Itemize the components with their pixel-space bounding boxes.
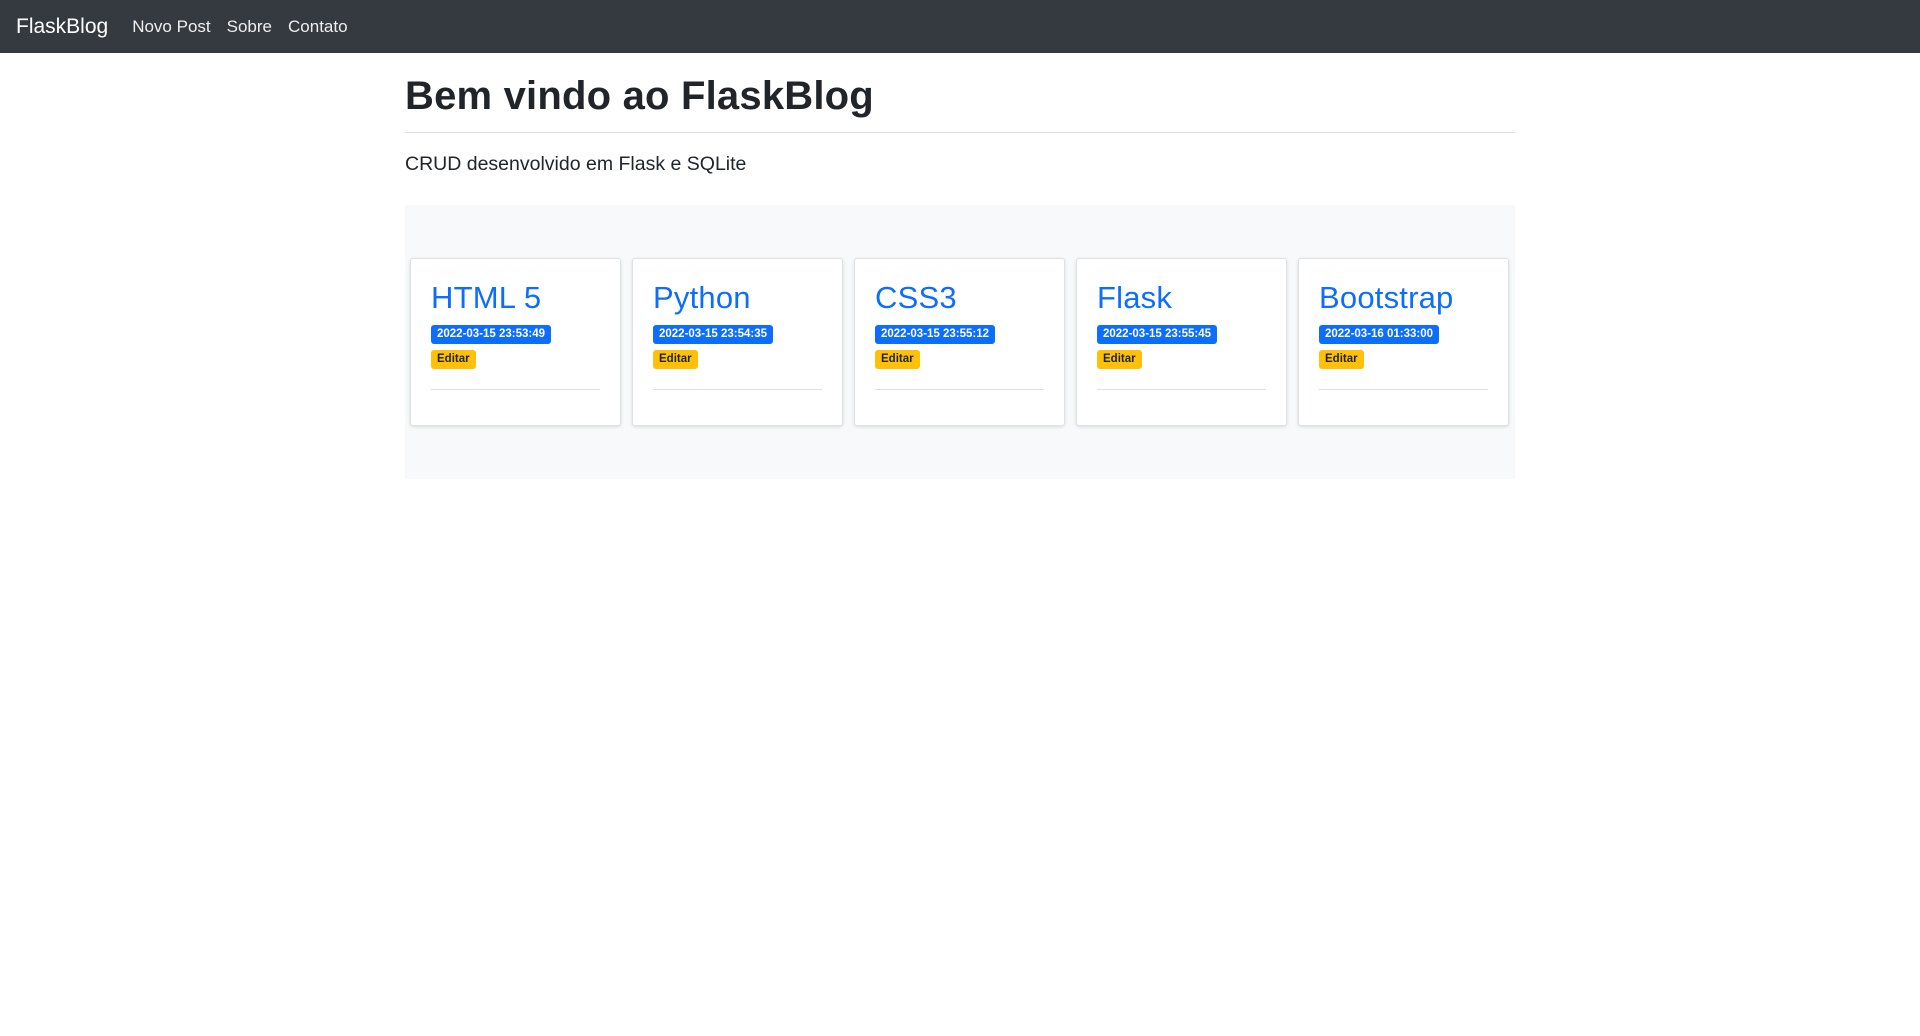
edit-post-button[interactable]: Editar (1097, 350, 1142, 369)
edit-post-button[interactable]: Editar (653, 350, 698, 369)
post-date-badge: 2022-03-15 23:55:45 (1097, 325, 1218, 344)
post-date-badge: 2022-03-16 01:33:00 (1319, 325, 1440, 344)
page-title: Bem vindo ao FlaskBlog (405, 74, 874, 118)
navbar: FlaskBlog Novo Post Sobre Contato (0, 0, 1920, 53)
post-title-link[interactable]: Bootstrap (1319, 279, 1488, 317)
post-date-badge: 2022-03-15 23:53:49 (431, 325, 552, 344)
post-title-link[interactable]: Flask (1097, 279, 1266, 317)
edit-post-button[interactable]: Editar (1319, 350, 1364, 369)
post-title-link[interactable]: CSS3 (875, 279, 1044, 317)
nav-link-sobre[interactable]: Sobre (227, 17, 272, 37)
nav-link-novo-post[interactable]: Novo Post (132, 17, 210, 37)
card-divider (1097, 389, 1266, 390)
post-title-link[interactable]: HTML 5 (431, 279, 600, 317)
post-title-link[interactable]: Python (653, 279, 822, 317)
page-subtitle: CRUD desenvolvido em Flask e SQLite (405, 153, 747, 175)
post-card: CSS3 2022-03-15 23:55:12 Editar (854, 258, 1065, 426)
edit-post-button[interactable]: Editar (875, 350, 920, 369)
posts-area: HTML 5 2022-03-15 23:53:49 Editar Python… (405, 205, 1515, 479)
post-card: Bootstrap 2022-03-16 01:33:00 Editar (1298, 258, 1509, 426)
card-divider (653, 389, 822, 390)
nav-link-contato[interactable]: Contato (288, 17, 348, 37)
post-card: Python 2022-03-15 23:54:35 Editar (632, 258, 843, 426)
card-divider (875, 389, 1044, 390)
nav-links: Novo Post Sobre Contato (132, 17, 363, 37)
post-date-badge: 2022-03-15 23:55:12 (875, 325, 996, 344)
navbar-brand[interactable]: FlaskBlog (16, 15, 108, 39)
post-date-badge: 2022-03-15 23:54:35 (653, 325, 774, 344)
edit-post-button[interactable]: Editar (431, 350, 476, 369)
card-divider (1319, 389, 1488, 390)
main-container: Bem vindo ao FlaskBlog CRUD desenvolvido… (405, 53, 1515, 479)
title-divider (405, 132, 1515, 133)
post-card: HTML 5 2022-03-15 23:53:49 Editar (410, 258, 621, 426)
card-grid: HTML 5 2022-03-15 23:53:49 Editar Python… (410, 258, 1509, 426)
card-divider (431, 389, 600, 390)
post-card: Flask 2022-03-15 23:55:45 Editar (1076, 258, 1287, 426)
